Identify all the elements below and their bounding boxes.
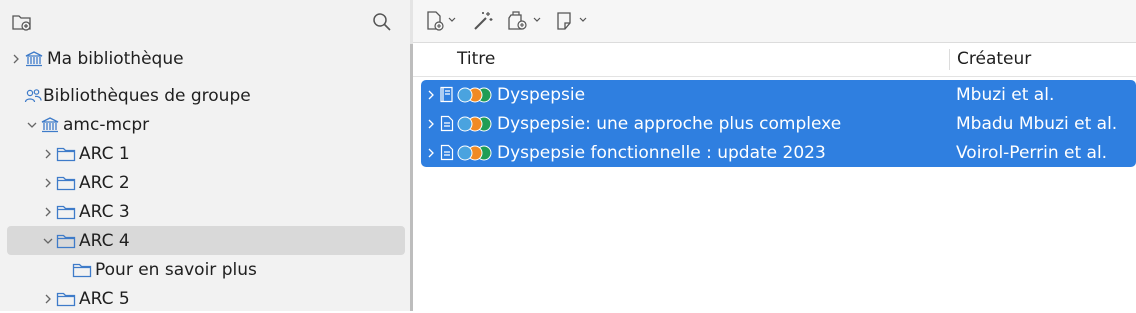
- new-note-button[interactable]: [555, 10, 591, 32]
- chevron-right-icon[interactable]: [40, 204, 56, 220]
- items-pane: Titre Créateur Dyspepsie Mbuzi et al. Dy…: [413, 0, 1136, 311]
- tag-colors-icon: [457, 116, 492, 132]
- library-icon: [40, 116, 60, 134]
- table-row[interactable]: Dyspepsie Mbuzi et al.: [421, 80, 1136, 109]
- chevron-right-icon[interactable]: [423, 87, 439, 103]
- tree-item-label: ARC 1: [79, 143, 130, 164]
- column-header-creator[interactable]: Créateur: [957, 43, 1031, 76]
- chevron-right-icon[interactable]: [40, 175, 56, 191]
- tree-item-label: ARC 5: [79, 288, 130, 309]
- collections-toolbar: [0, 0, 410, 44]
- folder-icon: [56, 145, 76, 163]
- chevron-right-icon[interactable]: [8, 51, 24, 67]
- item-title: Dyspepsie fonctionnelle : update 2023: [497, 142, 826, 163]
- item-creator: Mbuzi et al.: [956, 84, 1055, 105]
- tree-item-arc-1[interactable]: ARC 1: [40, 139, 404, 168]
- folder-icon: [56, 174, 76, 192]
- document-icon: [440, 144, 454, 161]
- tag-colors-icon: [457, 145, 492, 161]
- items-selection: Dyspepsie Mbuzi et al. Dyspepsie: une ap…: [421, 80, 1136, 167]
- item-title: Dyspepsie: [497, 84, 586, 105]
- collection-search-button[interactable]: [371, 11, 393, 33]
- search-icon: [373, 13, 391, 31]
- new-item-button[interactable]: [425, 10, 459, 32]
- folder-icon: [56, 290, 76, 308]
- tree-item-label: ARC 3: [79, 201, 130, 222]
- chevron-right-icon[interactable]: [423, 116, 439, 132]
- chevron-down-icon[interactable]: [24, 117, 40, 133]
- group-icon: [24, 87, 42, 105]
- tree-item-label: amc-mcpr: [63, 114, 150, 135]
- column-header-title[interactable]: Titre: [457, 43, 495, 76]
- folder-icon: [56, 203, 76, 221]
- table-row[interactable]: Dyspepsie fonctionnelle : update 2023 Vo…: [421, 138, 1136, 167]
- magic-wand-icon: [474, 12, 493, 30]
- new-collection-button[interactable]: [10, 11, 34, 33]
- chevron-down-icon[interactable]: [40, 233, 56, 249]
- folder-icon: [72, 261, 92, 279]
- tree-item-label: Ma bibliothèque: [47, 48, 184, 69]
- document-icon: [440, 115, 454, 132]
- tree-item-arc-4[interactable]: ARC 4: [7, 226, 405, 255]
- new-note-icon: [557, 12, 587, 30]
- items-toolbar: [413, 0, 1136, 43]
- chevron-right-icon[interactable]: [40, 146, 56, 162]
- tree-item-my-library[interactable]: Ma bibliothèque: [8, 44, 404, 73]
- book-icon: [440, 86, 453, 103]
- tree-item-arc-5[interactable]: ARC 5: [40, 284, 404, 313]
- tag-colors-icon: [457, 87, 492, 103]
- tree-item-arc-3[interactable]: ARC 3: [40, 197, 404, 226]
- library-icon: [24, 50, 44, 68]
- tree-item-label: Pour en savoir plus: [95, 259, 257, 280]
- column-separator[interactable]: [949, 49, 950, 70]
- add-attachment-icon: [508, 11, 541, 30]
- tree-item-label: Bibliothèques de groupe: [43, 85, 251, 106]
- item-creator: Voirol-Perrin et al.: [956, 142, 1108, 163]
- table-row[interactable]: Dyspepsie: une approche plus complexe Mb…: [421, 109, 1136, 138]
- add-attachment-button[interactable]: [507, 10, 545, 32]
- tree-item-amc-mcpr[interactable]: amc-mcpr: [24, 110, 404, 139]
- collections-pane: Ma bibliothèque Bibliothèques de groupe …: [0, 0, 410, 311]
- item-creator: Mbadu Mbuzi et al.: [956, 113, 1118, 134]
- add-by-identifier-button[interactable]: [471, 10, 495, 32]
- tree-item-label: ARC 4: [79, 230, 130, 251]
- tree-item-arc-2[interactable]: ARC 2: [40, 168, 404, 197]
- tree-item-pour-en-savoir-plus[interactable]: Pour en savoir plus: [72, 255, 404, 284]
- item-title: Dyspepsie: une approche plus complexe: [497, 113, 842, 134]
- tree-item-group-libraries[interactable]: Bibliothèques de groupe: [24, 81, 404, 110]
- chevron-right-icon[interactable]: [423, 145, 439, 161]
- chevron-right-icon[interactable]: [40, 291, 56, 307]
- folder-plus-icon: [12, 15, 31, 31]
- items-table-header: Titre Créateur: [413, 43, 1136, 77]
- folder-icon: [56, 232, 76, 250]
- tree-item-label: ARC 2: [79, 172, 130, 193]
- new-item-icon: [427, 11, 456, 31]
